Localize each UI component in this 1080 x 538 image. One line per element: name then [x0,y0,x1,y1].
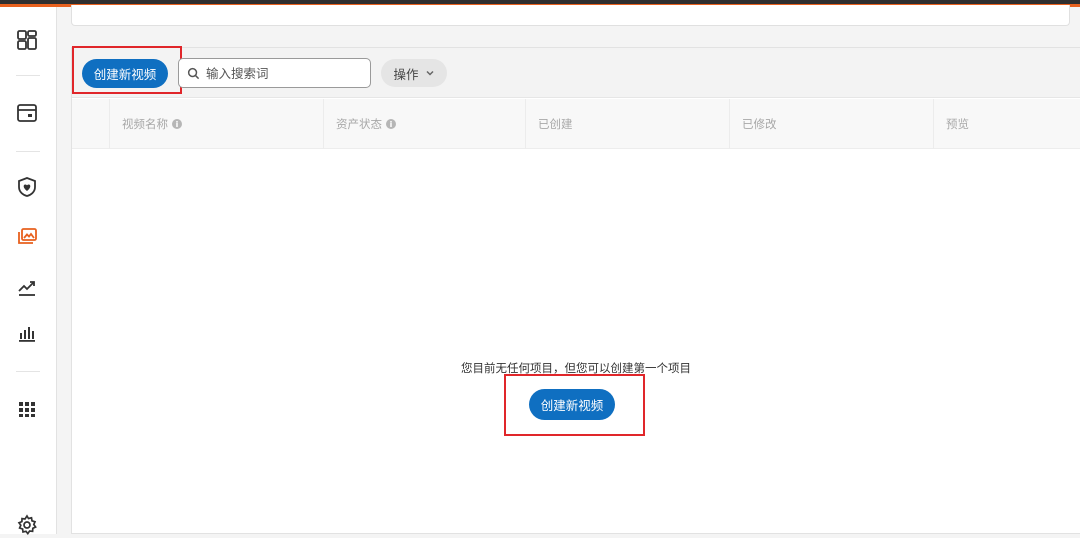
video-list-panel: 创建新视频 操作 视频名称i 资产状态i 已创建 已修改 [71,46,1080,534]
actions-dropdown[interactable]: 操作 [381,59,447,87]
column-header-asset-status[interactable]: 资产状态 i [323,99,525,149]
dashboard-icon[interactable] [14,27,40,53]
sidebar-divider [16,75,40,76]
sidebar [0,7,57,536]
toolbar: 创建新视频 操作 [72,46,1080,98]
column-header-preview[interactable]: 预览 [933,99,1080,149]
search-input[interactable] [206,65,366,81]
search-icon [187,67,200,79]
settings-icon[interactable] [14,512,40,538]
empty-state-create-video-button[interactable]: 创建新视频 [529,389,615,420]
info-icon[interactable]: i [386,119,396,129]
table-header: 视频名称 i 资产状态 i 已创建 已修改 预览 [72,99,1080,149]
shield-icon[interactable] [14,174,40,200]
create-video-button[interactable]: 创建新视频 [82,59,168,88]
top-card [71,5,1070,26]
chevron-down-icon [425,70,434,76]
trend-icon[interactable] [14,274,40,300]
column-header-created[interactable]: 已创建 [525,99,729,149]
sidebar-divider [16,371,40,372]
info-icon[interactable]: i [172,119,182,129]
actions-label: 操作 [393,66,419,82]
sidebar-divider [16,151,40,152]
column-header-modified[interactable]: 已修改 [729,99,933,149]
window-icon[interactable] [14,100,40,126]
empty-state-message: 您目前无任何项目，但您可以创建第一个项目 [461,361,691,375]
column-header-video-name[interactable]: 视频名称 i [109,99,323,149]
media-library-icon[interactable] [14,224,40,250]
bar-chart-icon[interactable] [14,320,40,346]
apps-grid-icon[interactable] [14,396,40,422]
search-field[interactable] [178,58,371,88]
main-content: 创建新视频 操作 视频名称i 资产状态i 已创建 已修改 [57,5,1080,534]
